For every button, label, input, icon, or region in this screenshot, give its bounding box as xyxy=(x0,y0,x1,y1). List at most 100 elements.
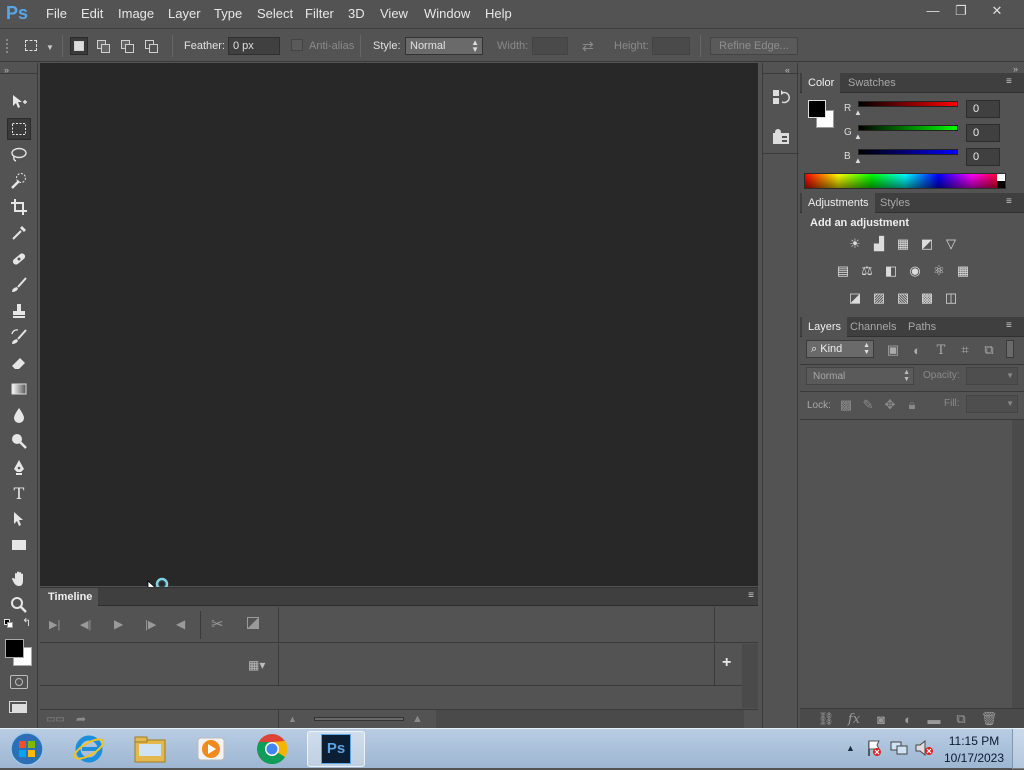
blue-slider-handle-icon[interactable]: ▲ xyxy=(854,156,862,165)
dodge-tool[interactable] xyxy=(7,430,31,452)
lock-all-icon[interactable]: 🔒︎ xyxy=(903,397,921,413)
invert-icon[interactable]: ◪ xyxy=(846,290,864,306)
menu-image[interactable]: Image xyxy=(118,6,154,21)
gradient-map-icon[interactable]: ▩ xyxy=(918,290,936,306)
film-strip-icon[interactable]: ▦▾ xyxy=(248,658,265,672)
red-slider-handle-icon[interactable]: ▲ xyxy=(854,108,862,117)
minimize-button[interactable]: — xyxy=(920,2,946,20)
history-panel-icon[interactable] xyxy=(771,87,791,107)
levels-icon[interactable]: ▟ xyxy=(870,236,888,252)
anti-alias-checkbox[interactable] xyxy=(291,39,303,51)
blue-value-input[interactable]: 0 xyxy=(966,148,1000,166)
color-spectrum-ramp[interactable] xyxy=(804,173,1006,189)
layers-list[interactable] xyxy=(800,420,1012,708)
color-balance-icon[interactable]: ⚖ xyxy=(858,263,876,279)
rectangular-marquee-tool[interactable] xyxy=(7,118,31,140)
tab-layers[interactable]: Layers xyxy=(802,317,848,337)
internet-explorer-taskbar-button[interactable] xyxy=(60,731,118,767)
trash-icon[interactable]: 🗑︎ xyxy=(980,711,998,727)
rectangle-tool[interactable] xyxy=(7,534,31,556)
zoom-in-timeline-icon[interactable]: ▲ xyxy=(412,713,423,725)
blend-mode-select[interactable]: Normal ▲ ▼ xyxy=(806,367,914,385)
lasso-tool[interactable] xyxy=(7,144,31,166)
play-icon[interactable]: ▶ xyxy=(114,617,123,631)
path-selection-tool[interactable] xyxy=(7,508,31,530)
timeline-tab[interactable]: Timeline xyxy=(40,588,98,606)
type-tool[interactable]: T xyxy=(7,482,31,504)
swap-colors-icon[interactable]: ↰ xyxy=(22,616,31,629)
fill-input[interactable]: ▼ xyxy=(966,395,1018,413)
start-orb-button[interactable] xyxy=(8,731,46,767)
quick-selection-tool[interactable] xyxy=(7,170,31,192)
timeline-zoom-slider[interactable] xyxy=(314,717,404,721)
show-desktop-button[interactable] xyxy=(1012,729,1024,769)
height-input[interactable] xyxy=(652,37,690,55)
next-frame-icon[interactable]: |▶ xyxy=(145,618,156,631)
close-button[interactable]: ✕ xyxy=(984,2,1010,20)
blur-tool[interactable] xyxy=(7,404,31,426)
quick-mask-icon[interactable] xyxy=(10,675,28,689)
filter-smart-object-icon[interactable]: ⧉ xyxy=(980,342,998,358)
previous-frame-icon[interactable]: ◀| xyxy=(80,618,91,631)
curves-icon[interactable]: ▦ xyxy=(894,236,912,252)
zoom-tool[interactable] xyxy=(7,594,31,616)
green-value-input[interactable]: 0 xyxy=(966,124,1000,142)
feather-input[interactable]: 0 px xyxy=(228,37,280,55)
menu-file[interactable]: File xyxy=(46,6,67,21)
timeline-horizontal-scrollbar[interactable] xyxy=(436,710,744,730)
clone-stamp-tool[interactable] xyxy=(7,300,31,322)
lock-transparent-pixels-icon[interactable]: ▩ xyxy=(837,397,855,413)
tab-channels[interactable]: Channels xyxy=(844,317,902,337)
properties-panel-icon[interactable] xyxy=(771,127,791,147)
hue-saturation-icon[interactable]: ▤ xyxy=(834,263,852,279)
restore-button[interactable]: ❐ xyxy=(948,2,974,20)
convert-frame-animation-icon[interactable]: ▭▭ xyxy=(46,714,65,725)
channel-mixer-icon[interactable]: ⚛ xyxy=(930,263,948,279)
menu-3d[interactable]: 3D xyxy=(348,6,365,21)
menu-select[interactable]: Select xyxy=(257,6,293,21)
tab-paths[interactable]: Paths xyxy=(902,317,942,337)
document-canvas-area[interactable] xyxy=(40,63,758,586)
filter-shape-layer-icon[interactable]: ⌗ xyxy=(956,342,974,358)
options-bar-grip[interactable] xyxy=(6,39,12,53)
chrome-taskbar-button[interactable] xyxy=(243,731,301,767)
audio-icon[interactable]: ◀ xyxy=(176,617,185,631)
menu-help[interactable]: Help xyxy=(485,6,512,21)
swap-width-height-icon[interactable]: ⇄ xyxy=(582,38,594,55)
history-brush-tool[interactable] xyxy=(7,326,31,348)
action-center-flag-icon[interactable] xyxy=(866,739,882,757)
add-media-button[interactable]: + xyxy=(722,654,731,672)
panel-menu-icon[interactable]: ≡ xyxy=(1006,320,1020,332)
new-layer-icon[interactable]: ⧉ xyxy=(952,711,970,727)
selective-color-icon[interactable]: ◫ xyxy=(942,290,960,306)
color-lookup-icon[interactable]: ▦ xyxy=(954,263,972,279)
opacity-input[interactable]: ▼ xyxy=(966,367,1018,385)
layers-scrollbar[interactable] xyxy=(1012,420,1024,708)
menu-filter[interactable]: Filter xyxy=(305,6,334,21)
width-input[interactable] xyxy=(532,37,568,55)
red-slider[interactable] xyxy=(858,101,958,107)
add-to-selection-button[interactable] xyxy=(96,38,112,54)
file-explorer-taskbar-button[interactable] xyxy=(121,731,179,767)
filter-adjustment-layer-icon[interactable]: ◐ xyxy=(908,342,926,358)
show-hidden-icons-chevron-icon[interactable]: ▲ xyxy=(846,743,855,753)
posterize-icon[interactable]: ▨ xyxy=(870,290,888,306)
threshold-icon[interactable]: ▧ xyxy=(894,290,912,306)
subtract-from-selection-button[interactable] xyxy=(120,38,136,54)
go-to-first-frame-icon[interactable]: ▶| xyxy=(49,618,60,631)
tab-styles[interactable]: Styles xyxy=(874,193,916,213)
menu-window[interactable]: Window xyxy=(424,6,470,21)
panel-menu-icon[interactable]: ≡ xyxy=(748,590,754,601)
blue-slider[interactable] xyxy=(858,149,958,155)
menu-layer[interactable]: Layer xyxy=(168,6,201,21)
zoom-out-timeline-icon[interactable]: ▲ xyxy=(288,714,297,724)
filter-type-layer-icon[interactable]: T xyxy=(932,342,950,358)
tool-preset-picker[interactable]: ▼ xyxy=(22,37,54,55)
panel-menu-icon[interactable]: ≡ xyxy=(1006,76,1020,88)
layer-style-fx-icon[interactable]: fx xyxy=(845,711,863,727)
volume-muted-icon[interactable] xyxy=(914,739,934,757)
timeline-scrollbar[interactable] xyxy=(742,644,758,708)
exposure-icon[interactable]: ◩ xyxy=(918,236,936,252)
filter-toggle-switch[interactable] xyxy=(1006,340,1014,358)
split-scissors-icon[interactable]: ✂ xyxy=(211,615,224,633)
